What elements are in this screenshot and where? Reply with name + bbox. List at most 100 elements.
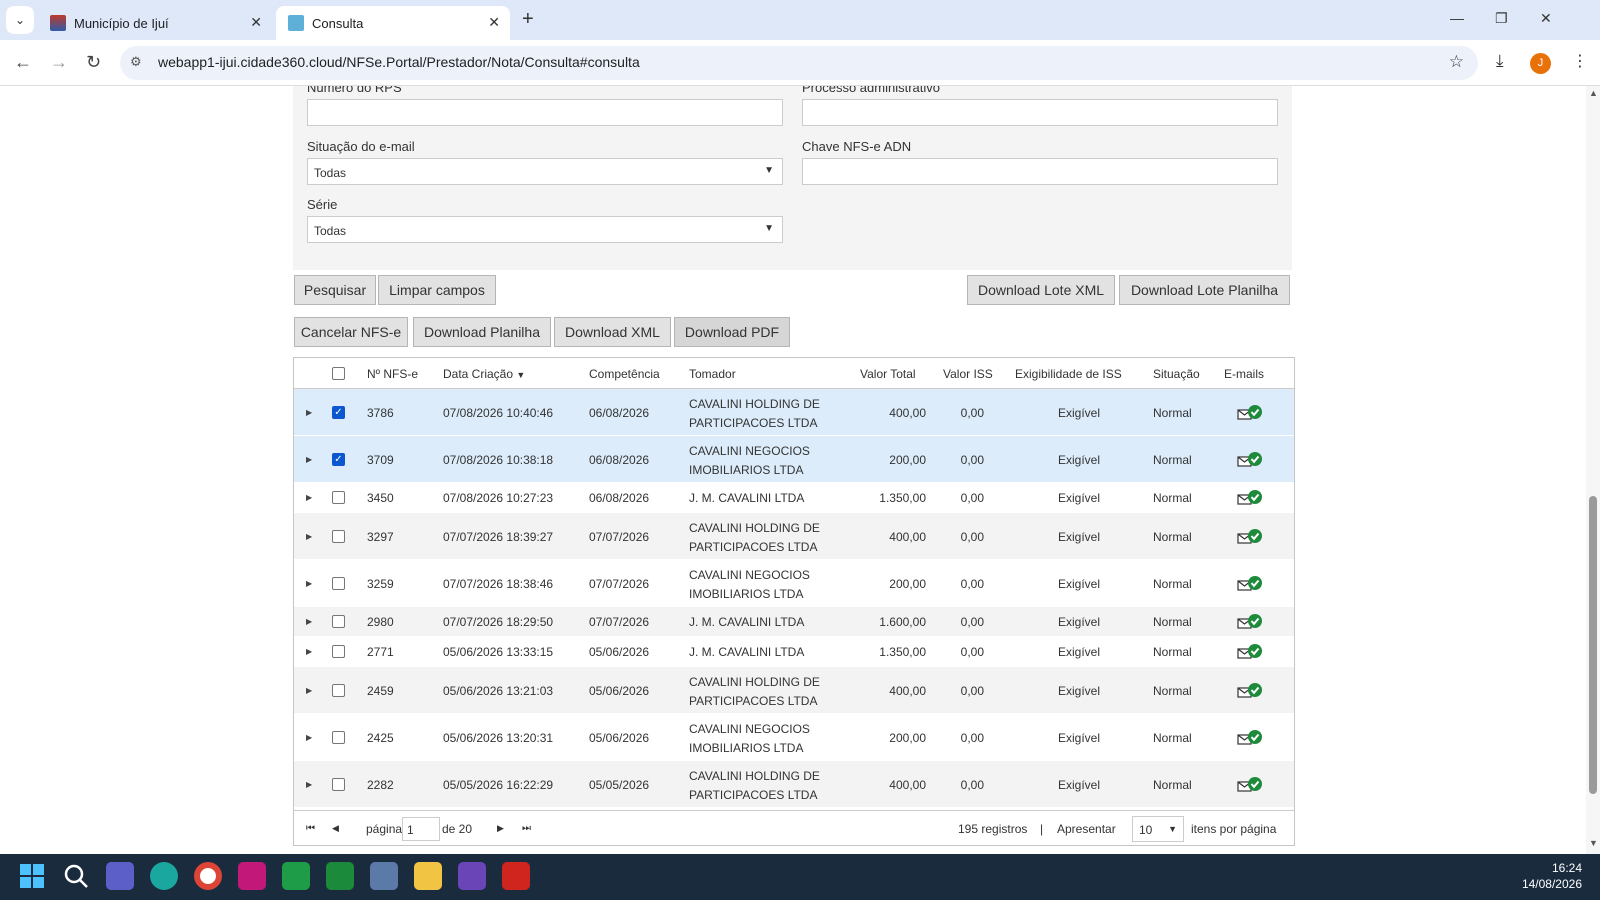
table-row[interactable]: ▶ 2425 05/06/2026 13:20:31 05/06/2026 CAVALI… — [294, 714, 1294, 761]
teams-icon[interactable] — [106, 862, 134, 890]
chave-input[interactable] — [802, 158, 1278, 185]
expand-row-icon[interactable]: ▶ — [306, 647, 312, 656]
col-emails[interactable]: E-mails — [1224, 367, 1264, 381]
expand-row-icon[interactable]: ▶ — [306, 686, 312, 695]
scrollbar-thumb[interactable] — [1589, 496, 1597, 794]
email-sent-icon[interactable] — [1237, 643, 1263, 659]
email-situation-select[interactable]: Todas ▼ — [307, 158, 783, 185]
page-scrollbar[interactable]: ▲ ▼ — [1586, 86, 1600, 854]
expand-row-icon[interactable]: ▶ — [306, 408, 312, 417]
expand-row-icon[interactable]: ▶ — [306, 733, 312, 742]
select-all-checkbox[interactable] — [332, 367, 345, 380]
row-checkbox[interactable] — [332, 615, 345, 628]
expand-row-icon[interactable]: ▶ — [306, 532, 312, 541]
row-checkbox[interactable] — [332, 731, 345, 744]
expand-row-icon[interactable]: ▶ — [306, 455, 312, 464]
row-checkbox[interactable]: ✓ — [332, 453, 345, 466]
url-text[interactable]: webapp1-ijui.cidade360.cloud/NFSe.Portal… — [158, 54, 640, 70]
reload-icon[interactable]: ↻ — [86, 52, 101, 73]
col-situacao[interactable]: Situação — [1153, 367, 1200, 381]
email-sent-icon[interactable] — [1237, 682, 1263, 698]
scroll-up-icon[interactable]: ▲ — [1589, 88, 1598, 98]
email-sent-icon[interactable] — [1237, 729, 1263, 745]
edge-icon[interactable] — [150, 862, 178, 890]
col-exigibilidade[interactable]: Exigibilidade de ISS — [1015, 367, 1122, 381]
rps-input[interactable] — [307, 99, 783, 126]
page-number-input[interactable]: 1 — [402, 817, 440, 841]
tab-consulta[interactable]: Consulta ✕ — [276, 6, 510, 40]
email-sent-icon[interactable] — [1237, 489, 1263, 505]
last-page-icon[interactable]: ⏭ — [522, 823, 531, 834]
windows-start-icon[interactable] — [18, 862, 46, 890]
expand-row-icon[interactable]: ▶ — [306, 579, 312, 588]
expand-row-icon[interactable]: ▶ — [306, 493, 312, 502]
profile-avatar[interactable]: J — [1530, 53, 1551, 74]
calculator-icon[interactable] — [370, 862, 398, 890]
search-button[interactable]: Pesquisar — [294, 275, 376, 305]
table-row[interactable]: ▶ 3297 07/07/2026 18:39:27 07/07/2026 CAVALI… — [294, 513, 1294, 560]
back-arrow-icon[interactable]: ← — [14, 52, 32, 73]
cert-app-icon[interactable] — [326, 862, 354, 890]
row-checkbox[interactable]: ✓ — [332, 406, 345, 419]
onenote-icon[interactable] — [238, 862, 266, 890]
tab-search-dropdown[interactable]: ⌄ — [6, 6, 34, 34]
table-row[interactable]: ▶ ✓ 3786 07/08/2026 10:40:46 06/08/2026 CAVAL… — [294, 389, 1294, 436]
table-row[interactable]: ▶ ✓ 3709 07/08/2026 10:38:18 06/08/2026 CAVAL… — [294, 436, 1294, 483]
spreadsheet-icon[interactable] — [282, 862, 310, 890]
email-sent-icon[interactable] — [1237, 451, 1263, 467]
cancel-nfse-button[interactable]: Cancelar NFS-e — [294, 317, 408, 347]
row-checkbox[interactable] — [332, 577, 345, 590]
table-row[interactable]: ▶ 2771 05/06/2026 13:33:15 05/06/2026 J. M. … — [294, 637, 1294, 667]
restore-icon[interactable]: ❐ — [1495, 10, 1508, 27]
serie-select[interactable]: Todas ▼ — [307, 216, 783, 243]
search-icon[interactable] — [62, 862, 90, 890]
search-app-icon[interactable] — [458, 862, 486, 890]
email-sent-icon[interactable] — [1237, 575, 1263, 591]
chrome-icon[interactable] — [194, 862, 222, 890]
expand-row-icon[interactable]: ▶ — [306, 780, 312, 789]
email-sent-icon[interactable] — [1237, 528, 1263, 544]
close-window-icon[interactable]: ✕ — [1540, 10, 1552, 27]
site-info-icon[interactable]: ⚙ — [130, 54, 142, 70]
table-row[interactable]: ▶ 2282 05/05/2026 16:22:29 05/05/2026 CAVALI… — [294, 761, 1294, 808]
browser-menu-icon[interactable]: ⋮ — [1572, 51, 1588, 71]
table-row[interactable]: ▶ 3450 07/08/2026 10:27:23 06/08/2026 J. M. … — [294, 483, 1294, 513]
system-clock[interactable]: 16:24 14/08/2026 — [1522, 860, 1582, 892]
download-lote-planilha-button[interactable]: Download Lote Planilha — [1119, 275, 1290, 305]
col-valor-iss[interactable]: Valor ISS — [943, 367, 993, 381]
row-checkbox[interactable] — [332, 491, 345, 504]
scroll-down-icon[interactable]: ▼ — [1589, 838, 1598, 848]
col-tomador[interactable]: Tomador — [689, 367, 736, 381]
col-data-criacao[interactable]: Data Criação ▼ — [443, 367, 525, 381]
first-page-icon[interactable]: ⏮ — [306, 823, 315, 834]
download-lote-xml-button[interactable]: Download Lote XML — [967, 275, 1115, 305]
download-xml-button[interactable]: Download XML — [554, 317, 671, 347]
page-size-select[interactable]: 10 ▼ — [1132, 816, 1184, 842]
expand-row-icon[interactable]: ▶ — [306, 617, 312, 626]
row-checkbox[interactable] — [332, 684, 345, 697]
email-sent-icon[interactable] — [1237, 613, 1263, 629]
email-sent-icon[interactable] — [1237, 776, 1263, 792]
file-explorer-icon[interactable] — [414, 862, 442, 890]
table-row[interactable]: ▶ 2980 07/07/2026 18:29:50 07/07/2026 J. M. … — [294, 607, 1294, 637]
new-tab-plus-icon[interactable]: + — [522, 8, 534, 31]
row-checkbox[interactable] — [332, 645, 345, 658]
close-tab-icon[interactable]: ✕ — [250, 14, 262, 31]
close-tab-icon[interactable]: ✕ — [488, 14, 500, 31]
email-sent-icon[interactable] — [1237, 404, 1263, 420]
download-pdf-button[interactable]: Download PDF — [674, 317, 790, 347]
download-icon[interactable]: ⤓ — [1496, 51, 1504, 71]
acrobat-icon[interactable] — [502, 862, 530, 890]
col-valor-total[interactable]: Valor Total — [860, 367, 916, 381]
tab-municipio[interactable]: Município de Ijuí ✕ — [38, 6, 272, 40]
table-row[interactable]: ▶ 2459 05/06/2026 13:21:03 05/06/2026 CAVALI… — [294, 667, 1294, 714]
download-planilha-button[interactable]: Download Planilha — [413, 317, 551, 347]
omnibox[interactable]: ⚙ webapp1-ijui.cidade360.cloud/NFSe.Port… — [120, 46, 1478, 80]
clear-fields-button[interactable]: Limpar campos — [378, 275, 496, 305]
row-checkbox[interactable] — [332, 530, 345, 543]
prev-page-icon[interactable]: ◀ — [332, 823, 339, 834]
bookmark-star-icon[interactable]: ☆ — [1449, 52, 1464, 72]
minimize-icon[interactable]: — — [1450, 10, 1464, 26]
col-nfse[interactable]: Nº NFS-e — [367, 367, 418, 381]
row-checkbox[interactable] — [332, 778, 345, 791]
